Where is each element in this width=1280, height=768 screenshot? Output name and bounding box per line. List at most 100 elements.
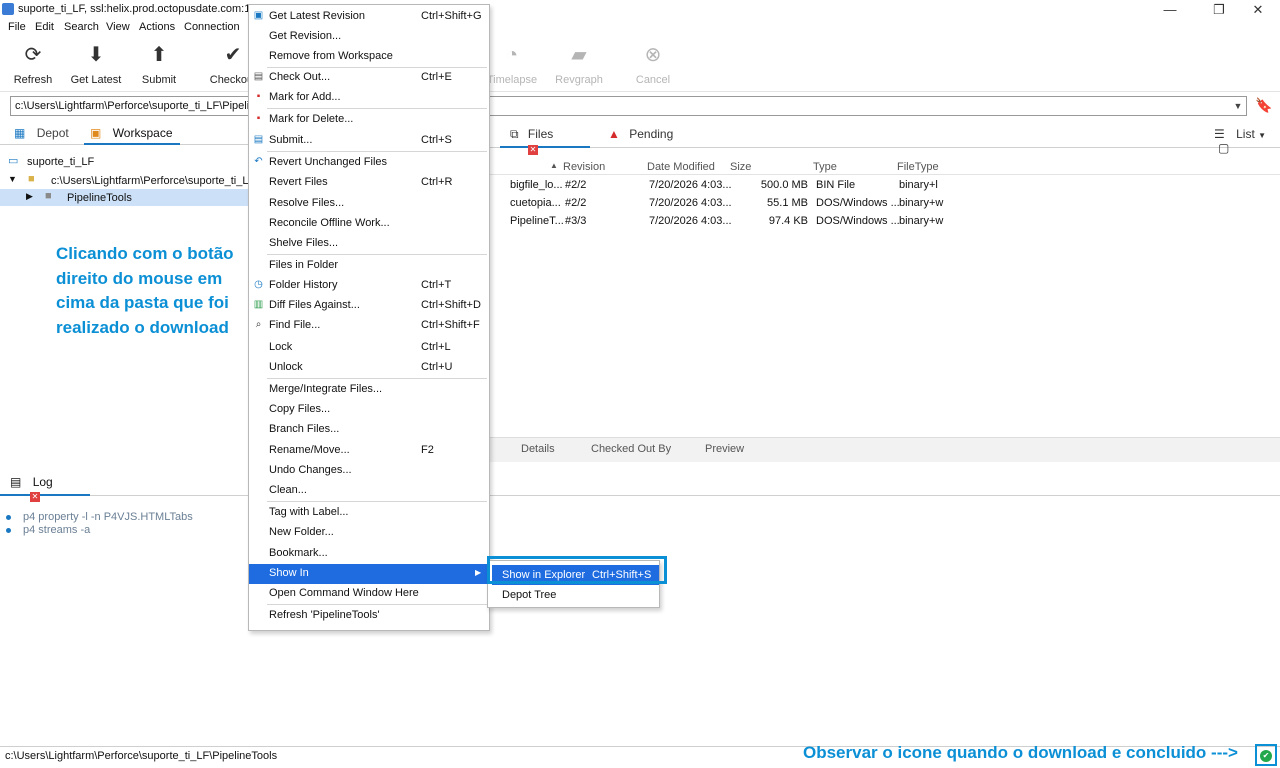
revgraph-icon: ▰ [571, 44, 587, 66]
tree-folder-pipelinetools[interactable]: ▶ ■ PipelineTools [0, 189, 248, 206]
menu-show-in[interactable]: Show In ▶ [249, 564, 489, 584]
get-latest-button[interactable]: ⬇ Get Latest [66, 40, 126, 88]
cancel-button[interactable]: ⊗ Cancel [623, 40, 683, 88]
col-filetype[interactable]: FileType [897, 161, 939, 173]
bullet-icon [6, 514, 11, 520]
connection-ok-icon[interactable]: ✔ [1260, 750, 1272, 762]
computer-icon: ▭ [8, 155, 19, 167]
menu-mark-for-add[interactable]: ▪ Mark for Add... [249, 88, 489, 108]
mark-delete-icon: ▪ [256, 113, 261, 124]
collapse-arrow-icon: ▶ [26, 191, 33, 201]
cancel-icon: ⊗ [644, 44, 662, 66]
menu-shelve-files[interactable]: Shelve Files... [249, 234, 489, 254]
path-input[interactable]: c:\Users\Lightfarm\Perforce\suporte_ti_L… [10, 96, 1247, 116]
tab-preview[interactable]: Preview [705, 443, 744, 455]
col-type[interactable]: Type [813, 161, 837, 173]
tab-files[interactable]: ⧉ Files ✕ [500, 120, 590, 155]
menu-get-revision[interactable]: Get Revision... [249, 27, 489, 47]
bullet-icon [6, 527, 11, 533]
table-row[interactable]: bigfile_lo... #2/2 7/20/2026 4:03... 500… [490, 176, 1280, 194]
table-row[interactable]: PipelineT... #3/3 7/20/2026 4:03... 97.4… [490, 212, 1280, 230]
timelapse-button[interactable]: ◔ Timelapse [482, 40, 542, 88]
menu-separator [267, 501, 487, 502]
tab-checked-out-by[interactable]: Checked Out By [591, 443, 671, 455]
menu-depot-tree[interactable]: Depot Tree [492, 585, 659, 605]
tab-depot[interactable]: ▦ Depot [8, 123, 75, 145]
app-icon [2, 3, 14, 15]
menu-file[interactable]: File [8, 21, 26, 33]
menu-mark-for-delete[interactable]: ▪ Mark for Delete... [249, 110, 489, 130]
menu-check-out[interactable]: ▤ Check Out... Ctrl+E [249, 68, 489, 88]
sort-asc-icon[interactable]: ▲ [550, 161, 558, 170]
menu-find-file[interactable]: ⌕ Find File... Ctrl+Shift+F [249, 316, 489, 336]
menu-new-folder[interactable]: New Folder... [249, 523, 489, 543]
log-line: p4 property -l -n P4VJS.HTMLTabs [6, 511, 193, 523]
maximize-icon[interactable]: ❐ [1199, 0, 1239, 20]
log-tabs: ▤ Log ✕ [0, 468, 1280, 502]
tab-details[interactable]: Details [521, 443, 555, 455]
depot-icon: ▦ [14, 126, 26, 140]
view-mode-select[interactable]: ☰ List ▼ ▢ [1204, 120, 1280, 155]
close-icon[interactable]: ✕ [528, 144, 538, 155]
col-revision[interactable]: Revision [563, 161, 605, 173]
folder-icon: ■ [28, 173, 35, 185]
menu-remove-from-workspace[interactable]: Remove from Workspace [249, 47, 489, 67]
menu-lock[interactable]: Lock Ctrl+L [249, 338, 489, 358]
menu-submit[interactable]: ▤ Submit... Ctrl+S [249, 131, 489, 151]
menu-clean[interactable]: Clean... [249, 481, 489, 501]
menu-view[interactable]: View [106, 21, 130, 33]
menu-resolve-files[interactable]: Resolve Files... [249, 194, 489, 214]
col-date-modified[interactable]: Date Modified [647, 161, 715, 173]
log-icon: ▤ [10, 475, 22, 489]
menu-folder-history[interactable]: ◷ Folder History Ctrl+T [249, 276, 489, 296]
menu-undo-changes[interactable]: Undo Changes... [249, 461, 489, 481]
menu-branch-files[interactable]: Branch Files... [249, 420, 489, 440]
menu-revert-files[interactable]: Revert Files Ctrl+R [249, 173, 489, 193]
tree-root-node[interactable]: ▼ ■ c:\Users\Lightfarm\Perforce\suporte_… [0, 172, 255, 189]
left-pane-tabs: ▦ Depot ▣ Workspace [0, 120, 248, 145]
tab-workspace[interactable]: ▣ Workspace [84, 123, 180, 145]
list-icon: ☰ [1214, 127, 1225, 141]
menu-revert-unchanged-files[interactable]: ↶ Revert Unchanged Files [249, 153, 489, 173]
menu-files-in-folder[interactable]: Files in Folder [249, 256, 489, 276]
menu-connection[interactable]: Connection [184, 21, 240, 33]
menu-open-command-window-here[interactable]: Open Command Window Here [249, 584, 489, 604]
diff-icon: ▥ [253, 299, 264, 310]
annotation-bottom: Observar o icone quando o download e con… [803, 743, 1238, 762]
menu-actions[interactable]: Actions [139, 21, 175, 33]
menu-bookmark[interactable]: Bookmark... [249, 544, 489, 564]
menu-edit[interactable]: Edit [35, 21, 54, 33]
chevron-down-icon[interactable]: ▼ [1230, 98, 1246, 114]
menu-rename-move[interactable]: Rename/Move... F2 [249, 441, 489, 461]
col-size[interactable]: Size [730, 161, 751, 173]
tab-log[interactable]: ▤ Log ✕ [0, 468, 90, 502]
tree-workspace-node[interactable]: ▭ suporte_ti_LF [0, 153, 248, 170]
menu-unlock[interactable]: Unlock Ctrl+U [249, 358, 489, 378]
get-latest-icon: ▣ [253, 10, 264, 21]
submit-icon: ▤ [253, 134, 264, 145]
menu-diff-files-against[interactable]: ▥ Diff Files Against... Ctrl+Shift+D [249, 296, 489, 316]
revgraph-button[interactable]: ▰ Revgraph [549, 40, 609, 88]
close-icon[interactable]: ✕ [30, 491, 40, 502]
menu-bar: File Edit Search View Actions Connection [0, 20, 1280, 36]
menu-get-latest-revision[interactable]: ▣ Get Latest Revision Ctrl+Shift+G [249, 7, 489, 27]
menu-tag-with-label[interactable]: Tag with Label... [249, 503, 489, 523]
menu-refresh-pipelinetools[interactable]: Refresh 'PipelineTools' [249, 606, 489, 626]
close-icon[interactable]: ✕ [1238, 0, 1278, 20]
window-title: suporte_ti_LF, ssl:helix.prod.octopusdat… [18, 3, 272, 15]
bookmark-icon[interactable]: 🔖 [1255, 97, 1272, 115]
tab-pending[interactable]: ▲ Pending [598, 120, 683, 148]
minimize-icon[interactable]: — [1150, 0, 1190, 20]
menu-separator [267, 378, 487, 379]
table-row[interactable]: cuetopia... #2/2 7/20/2026 4:03... 55.1 … [490, 194, 1280, 212]
menu-reconcile-offline-work[interactable]: Reconcile Offline Work... [249, 214, 489, 234]
context-menu: ▣ Get Latest Revision Ctrl+Shift+G Get R… [248, 4, 490, 631]
menu-copy-files[interactable]: Copy Files... [249, 400, 489, 420]
refresh-button[interactable]: ⟳ Refresh [3, 40, 63, 88]
submit-button[interactable]: ⬆ Submit [129, 40, 189, 88]
menu-search[interactable]: Search [64, 21, 99, 33]
annotation-left: Clicando com o botão direito do mouse em… [56, 244, 234, 337]
file-table-header: ▲ Revision Date Modified Size Type FileT… [490, 159, 1280, 175]
pending-icon: ▲ [608, 127, 620, 141]
menu-merge-integrate-files[interactable]: Merge/Integrate Files... [249, 380, 489, 400]
